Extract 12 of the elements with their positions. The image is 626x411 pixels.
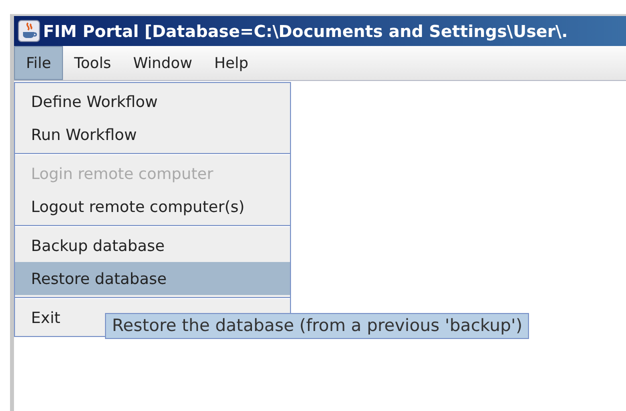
menu-title[interactable]: Tools bbox=[63, 46, 122, 80]
menu-item[interactable]: Logout remote computer(s) bbox=[15, 190, 290, 223]
menu-title[interactable]: File bbox=[14, 46, 64, 80]
tooltip: Restore the database (from a previous 'backup') bbox=[105, 313, 530, 339]
menu-title[interactable]: Window bbox=[122, 46, 204, 80]
window-title: FIM Portal [Database=C:\Documents and Settings\User\. bbox=[43, 22, 568, 40]
menu-item[interactable]: Restore database bbox=[15, 262, 290, 295]
menu-title[interactable]: Help bbox=[203, 46, 260, 80]
menu-item[interactable]: Backup database bbox=[15, 229, 290, 262]
menu-item[interactable]: Define Workflow bbox=[15, 85, 290, 118]
menu-item[interactable]: Run Workflow bbox=[15, 118, 290, 151]
coffee-cup-icon bbox=[18, 20, 40, 42]
